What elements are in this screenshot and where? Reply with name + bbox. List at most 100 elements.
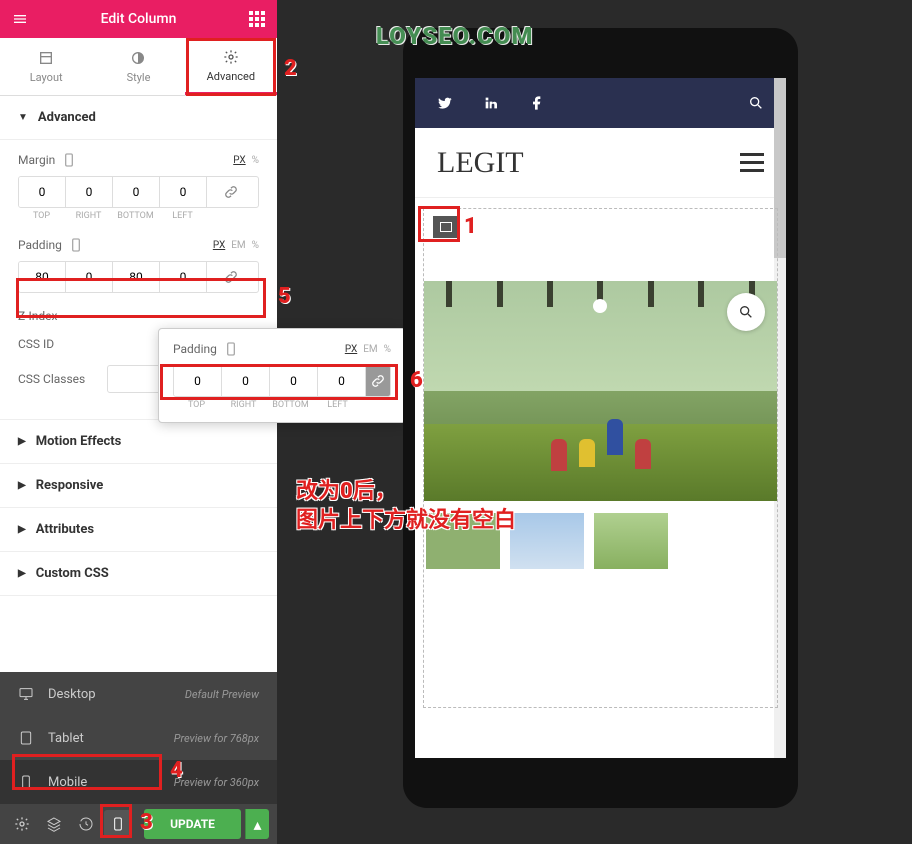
annotation-4: 4	[170, 758, 183, 783]
margin-link-toggle[interactable]	[207, 177, 254, 207]
panel-footer: UPDATE ▴	[0, 804, 277, 844]
caret-right-icon: ▶	[18, 480, 26, 491]
facebook-icon[interactable]	[529, 95, 545, 111]
tab-advanced-label: Advanced	[207, 70, 255, 83]
annotation-1: 1	[464, 214, 477, 239]
tablet-icon	[18, 730, 34, 746]
margin-inputs	[18, 176, 259, 208]
tab-style[interactable]: Style	[92, 38, 184, 95]
margin-bottom-input[interactable]	[113, 177, 160, 207]
style-icon	[129, 49, 147, 67]
twitter-icon[interactable]	[437, 95, 453, 111]
responsive-mobile[interactable]: Mobile Preview for 360px	[0, 760, 277, 804]
mobile-preview-frame: LEGIT	[403, 28, 798, 808]
site-logo[interactable]: LEGIT	[437, 146, 524, 180]
layers-icon	[46, 816, 62, 832]
panel-title: Edit Column	[101, 11, 177, 27]
magnify-icon	[738, 304, 754, 320]
cssclasses-label: CSS Classes	[18, 372, 85, 386]
section-attributes[interactable]: ▶Attributes	[0, 508, 277, 552]
mobile-icon	[223, 341, 239, 357]
search-icon[interactable]	[748, 95, 764, 111]
thumbnail-3[interactable]	[594, 513, 668, 569]
mobile-icon	[18, 774, 34, 790]
padding-left-input[interactable]	[160, 262, 207, 292]
caret-right-icon: ▶	[18, 568, 26, 579]
link-icon	[223, 184, 239, 200]
padding-top-input[interactable]	[19, 262, 66, 292]
image-zoom-button[interactable]	[727, 293, 765, 331]
brand-bar: LEGIT	[415, 128, 786, 198]
caret-right-icon: ▶	[18, 524, 26, 535]
footer-settings-button[interactable]	[8, 810, 36, 838]
padding-bottom-input[interactable]	[113, 262, 160, 292]
padding-popup: Padding PXEM% TOPRIGHTBOTTOMLEFT	[158, 328, 406, 423]
thumbnail-2[interactable]	[510, 513, 584, 569]
mobile-icon	[61, 152, 77, 168]
link-icon	[223, 269, 239, 285]
section-motion-effects[interactable]: ▶Motion Effects	[0, 420, 277, 464]
annotation-2: 2	[284, 56, 297, 81]
social-bar	[415, 78, 786, 128]
popup-link-toggle[interactable]	[366, 366, 390, 396]
padding-right-input[interactable]	[66, 262, 113, 292]
margin-control: Margin PX% TOPRIGHTBOTTOMLEFT	[18, 152, 259, 221]
caret-right-icon: ▶	[18, 436, 26, 447]
panel-tabs: Layout Style Advanced	[0, 38, 277, 96]
section-advanced-head[interactable]: ▼Advanced	[0, 96, 277, 140]
footer-history-button[interactable]	[72, 810, 100, 838]
panel-apps-button[interactable]	[247, 9, 267, 29]
footer-navigator-button[interactable]	[40, 810, 68, 838]
popup-units[interactable]: PXEM%	[345, 344, 391, 355]
tab-layout-label: Layout	[30, 71, 63, 84]
popup-left-input[interactable]	[318, 366, 366, 396]
padding-link-toggle[interactable]	[207, 262, 254, 292]
layout-icon	[37, 49, 55, 67]
responsive-desktop[interactable]: Desktop Default Preview	[0, 672, 277, 716]
hamburger-icon	[12, 11, 28, 27]
responsive-tablet[interactable]: Tablet Preview for 768px	[0, 716, 277, 760]
annotation-5: 5	[278, 284, 291, 309]
mobile-icon	[110, 816, 126, 832]
column-handle[interactable]	[433, 216, 459, 238]
popup-top-input[interactable]	[174, 366, 222, 396]
gear-icon	[14, 816, 30, 832]
mobile-menu-button[interactable]	[740, 153, 764, 172]
margin-units[interactable]: PX%	[233, 155, 259, 166]
section-custom-css[interactable]: ▶Custom CSS	[0, 552, 277, 596]
preview-content	[415, 198, 786, 718]
update-button[interactable]: UPDATE	[144, 809, 241, 839]
column-outline[interactable]	[423, 208, 778, 708]
tab-style-label: Style	[127, 71, 151, 84]
annotation-3: 3	[140, 810, 153, 835]
history-icon	[78, 816, 94, 832]
popup-bottom-input[interactable]	[270, 366, 318, 396]
apps-icon	[249, 11, 265, 27]
margin-right-input[interactable]	[66, 177, 113, 207]
padding-control: Padding PXEM%	[18, 237, 259, 293]
padding-inputs	[18, 261, 259, 293]
gear-icon	[222, 48, 240, 66]
footer-responsive-button[interactable]	[104, 810, 132, 838]
linkedin-icon[interactable]	[483, 95, 499, 111]
annotation-6: 6	[410, 368, 423, 393]
panel-menu-button[interactable]	[10, 9, 30, 29]
product-main-image[interactable]	[424, 281, 777, 501]
margin-label: Margin	[18, 153, 55, 167]
section-responsive[interactable]: ▶Responsive	[0, 464, 277, 508]
desktop-icon	[18, 686, 34, 702]
popup-inputs	[173, 365, 391, 397]
margin-left-input[interactable]	[160, 177, 207, 207]
tab-advanced[interactable]: Advanced	[185, 38, 277, 95]
update-options-button[interactable]: ▴	[245, 809, 269, 839]
tab-layout[interactable]: Layout	[0, 38, 92, 95]
column-icon	[440, 222, 452, 232]
popup-padding-label: Padding	[173, 342, 217, 356]
cssid-label: CSS ID	[18, 337, 54, 351]
popup-right-input[interactable]	[222, 366, 270, 396]
zindex-row: Z-Index	[18, 309, 259, 323]
padding-units[interactable]: PXEM%	[213, 240, 259, 251]
watermark-text: LOYSEO.COM	[376, 22, 533, 50]
margin-top-input[interactable]	[19, 177, 66, 207]
mobile-icon	[68, 237, 84, 253]
